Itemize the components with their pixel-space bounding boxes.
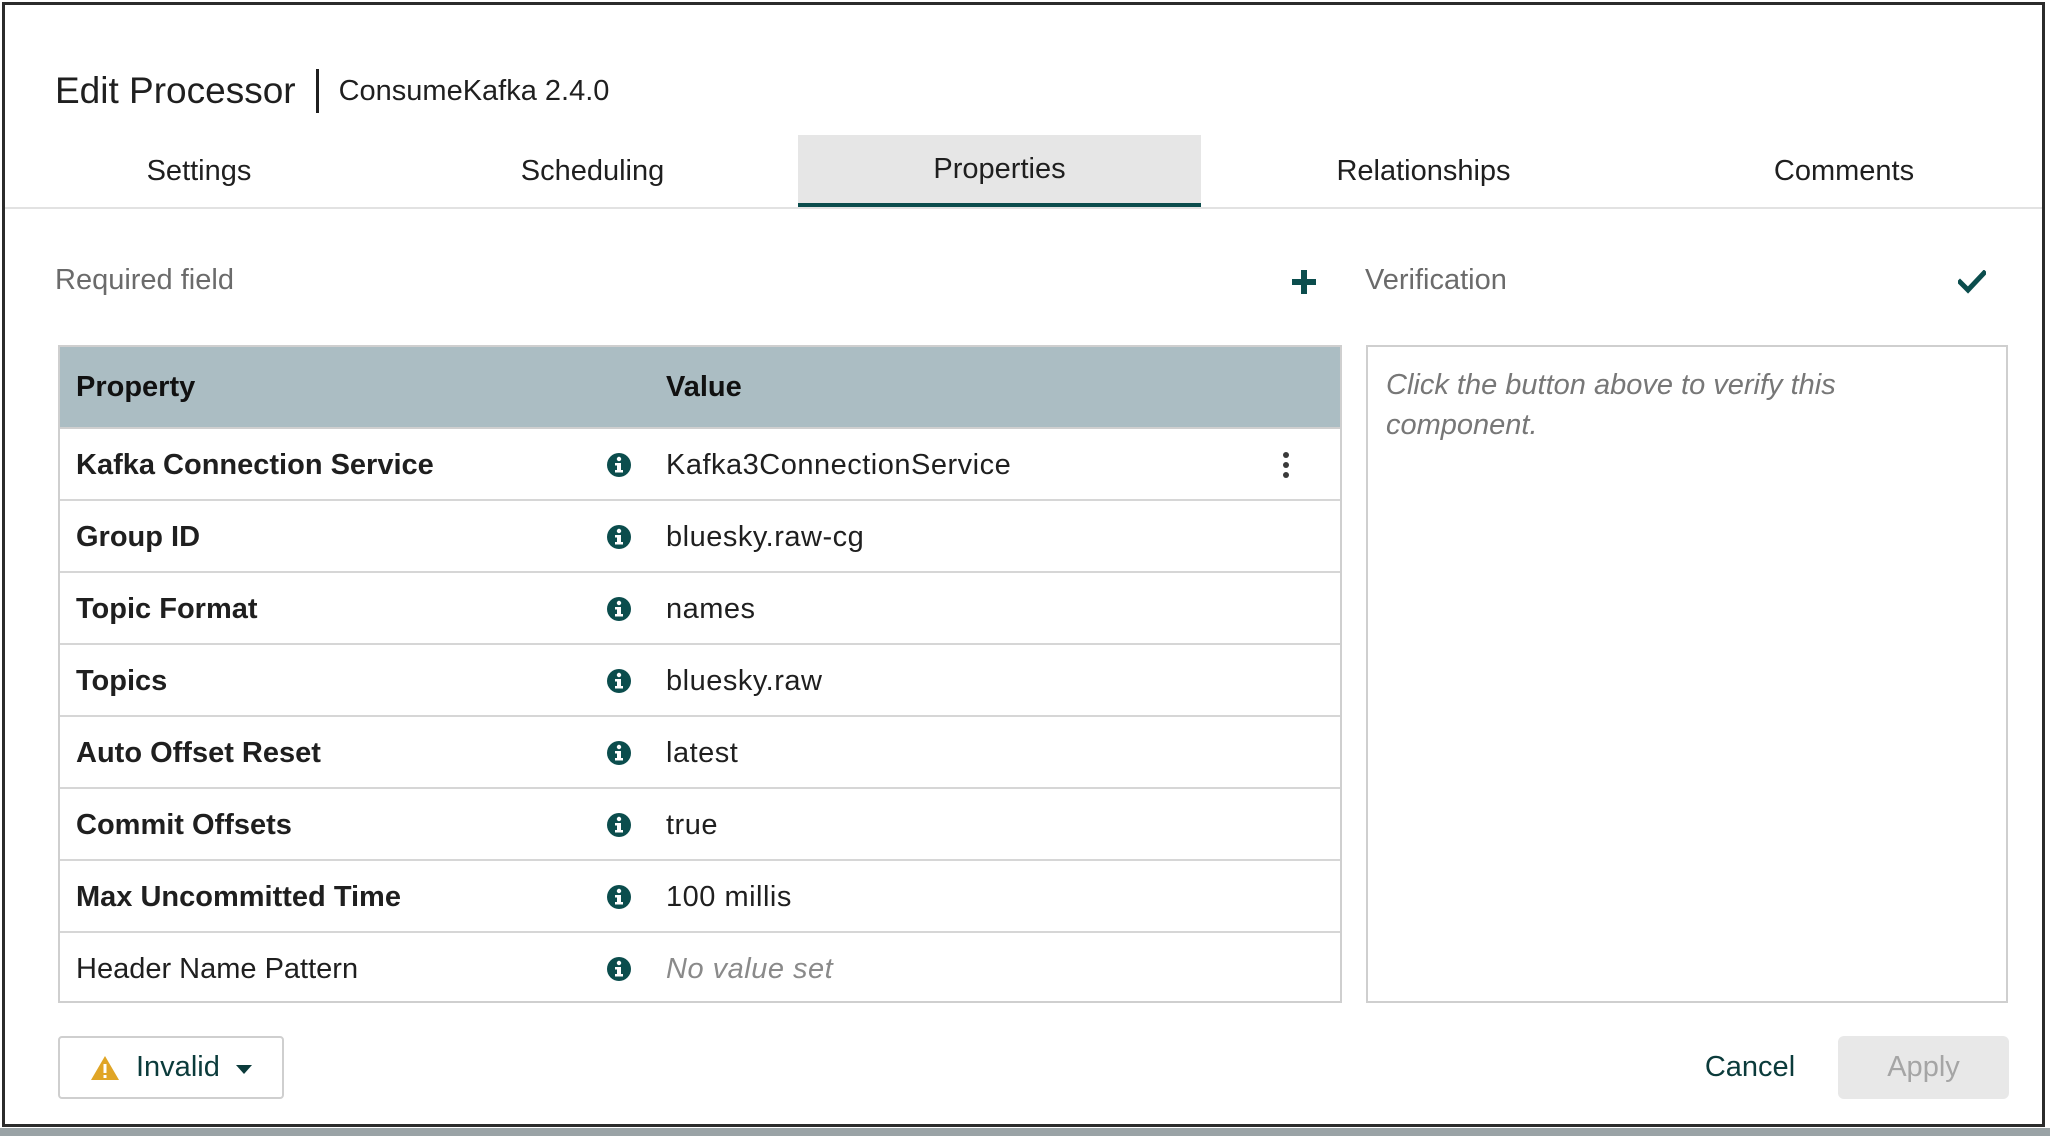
property-name: Commit Offsets: [76, 808, 292, 841]
property-name: Group ID: [76, 520, 201, 553]
property-value[interactable]: names: [666, 573, 756, 645]
properties-table: Property Value Kafka Connection Service …: [58, 345, 1342, 1003]
info-icon[interactable]: [606, 740, 632, 766]
info-icon[interactable]: [606, 452, 632, 478]
verify-button[interactable]: [1952, 262, 1992, 302]
table-row[interactable]: Topic Format names: [60, 573, 1340, 645]
property-value[interactable]: Kafka3ConnectionService: [666, 429, 1011, 501]
table-row[interactable]: Auto Offset Reset latest: [60, 717, 1340, 789]
tab-comments[interactable]: Comments: [1646, 135, 2042, 207]
property-value[interactable]: bluesky.raw-cg: [666, 501, 864, 573]
info-icon[interactable]: [606, 668, 632, 694]
table-header: Property Value: [60, 347, 1340, 429]
more-options-icon[interactable]: [1275, 449, 1297, 481]
tab-properties[interactable]: Properties: [798, 135, 1201, 207]
table-row[interactable]: Commit Offsets true: [60, 789, 1340, 861]
add-property-button[interactable]: [1284, 262, 1324, 302]
background-strip: [0, 1128, 2050, 1136]
column-header-value: Value: [666, 370, 742, 403]
verification-placeholder: Click the button above to verify this co…: [1386, 369, 1836, 441]
info-icon[interactable]: [606, 956, 632, 982]
caret-down-icon: [235, 1065, 252, 1074]
checkmark-icon: [1958, 270, 1986, 294]
property-value[interactable]: latest: [666, 717, 738, 789]
status-label: Invalid: [136, 1051, 220, 1083]
tab-scheduling[interactable]: Scheduling: [393, 135, 792, 207]
property-value[interactable]: true: [666, 789, 718, 861]
property-name: Max Uncommitted Time: [76, 880, 401, 913]
info-icon[interactable]: [606, 884, 632, 910]
property-value[interactable]: 100 millis: [666, 861, 792, 933]
info-icon[interactable]: [606, 812, 632, 838]
tab-bar: Settings Scheduling Properties Relations…: [5, 135, 2042, 209]
cancel-button[interactable]: Cancel: [1685, 1036, 1815, 1099]
tab-settings[interactable]: Settings: [5, 135, 393, 207]
dialog-header: Edit Processor ConsumeKafka 2.4.0: [55, 67, 609, 115]
property-name: Topics: [76, 664, 168, 697]
table-row[interactable]: Max Uncommitted Time 100 millis: [60, 861, 1340, 933]
property-name: Topic Format: [76, 592, 258, 625]
property-name: Kafka Connection Service: [76, 448, 434, 481]
property-name: Header Name Pattern: [76, 952, 359, 985]
info-icon[interactable]: [606, 524, 632, 550]
dialog-title: Edit Processor: [55, 70, 296, 111]
table-row[interactable]: Group ID bluesky.raw-cg: [60, 501, 1340, 573]
verification-label: Verification: [1365, 264, 1507, 296]
required-field-label: Required field: [55, 264, 234, 296]
processor-type-label: ConsumeKafka 2.4.0: [338, 74, 610, 107]
table-row[interactable]: Header Name Pattern No value set: [60, 933, 1340, 1001]
edit-processor-dialog: Edit Processor ConsumeKafka 2.4.0 Settin…: [2, 2, 2045, 1127]
status-dropdown[interactable]: Invalid: [58, 1036, 284, 1099]
column-header-property: Property: [76, 370, 196, 403]
plus-icon: [1292, 270, 1316, 294]
table-row[interactable]: Topics bluesky.raw: [60, 645, 1340, 717]
property-value[interactable]: No value set: [666, 933, 833, 1001]
table-row[interactable]: Kafka Connection Service Kafka3Connectio…: [60, 429, 1340, 501]
property-value[interactable]: bluesky.raw: [666, 645, 822, 717]
apply-button[interactable]: Apply: [1838, 1036, 2009, 1099]
info-icon[interactable]: [606, 596, 632, 622]
warning-icon: [91, 1055, 119, 1080]
verification-results-panel: Click the button above to verify this co…: [1366, 345, 2008, 1003]
property-name: Auto Offset Reset: [76, 736, 321, 769]
tab-relationships[interactable]: Relationships: [1201, 135, 1646, 207]
title-divider: [315, 69, 319, 113]
